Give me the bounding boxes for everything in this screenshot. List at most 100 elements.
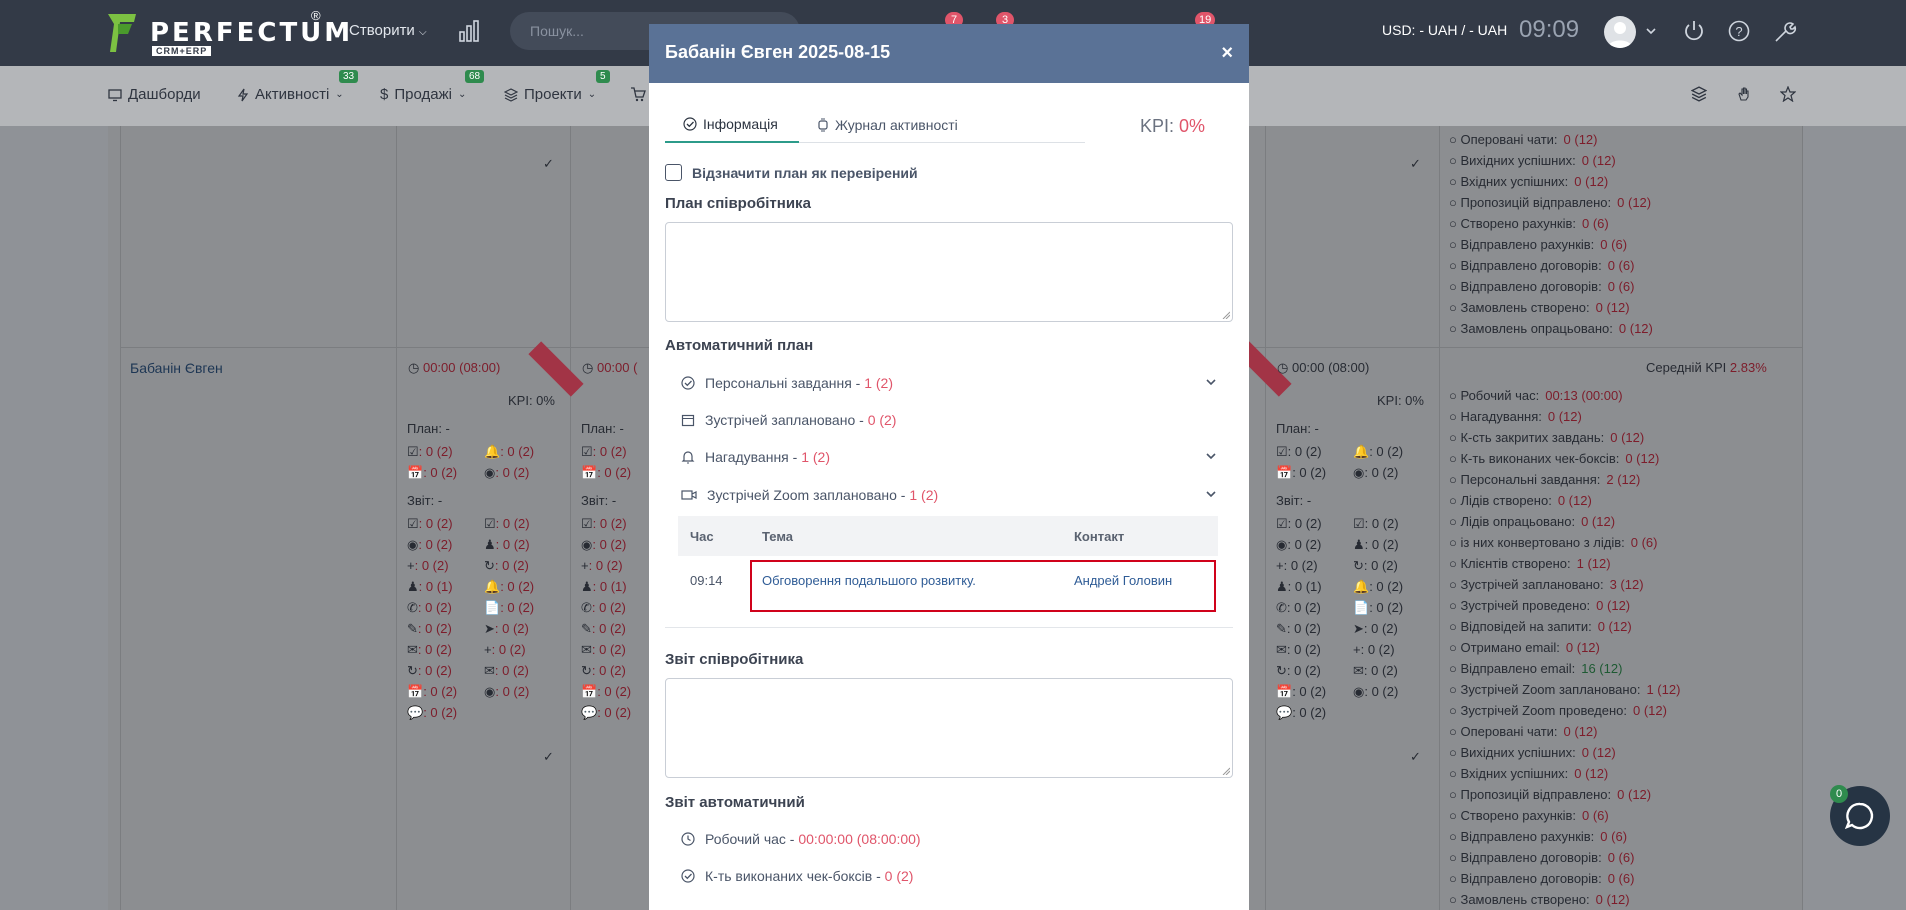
stat-icon: ○ bbox=[1449, 724, 1461, 739]
stat-line: ◉: 0 (2) bbox=[1353, 465, 1399, 480]
verified-checkbox-row[interactable]: Відзначити план як перевірений bbox=[665, 164, 918, 181]
chevron-down-icon: ⌄ bbox=[335, 89, 344, 100]
stat-value: 0 (12) bbox=[1557, 493, 1592, 508]
plan-row-value: 1 (2) bbox=[909, 487, 939, 503]
close-icon[interactable]: × bbox=[1221, 42, 1233, 65]
nav-sales[interactable]: $ Продажі ⌄ 68 bbox=[380, 70, 485, 103]
plan-stats: ☑: 0 (2) 📅: 0 (2) bbox=[407, 441, 457, 483]
report-stats: ☑: 0 (2) ◉: 0 (2) +: 0 (2) ♟: 0 (1) ✆: 0… bbox=[1276, 513, 1326, 723]
plan-row-label: Зустрічей заплановано - bbox=[705, 412, 868, 428]
stat-row: ○ К-ть виконаних чек-боксів: 0 (12) bbox=[1449, 448, 1680, 469]
stat-value: 0 (12) bbox=[1617, 195, 1652, 210]
stat-value: 0 (12) bbox=[1565, 640, 1600, 655]
cart-icon[interactable] bbox=[630, 86, 646, 102]
check-circle-icon bbox=[683, 116, 697, 131]
chevron-down-icon[interactable] bbox=[1205, 489, 1217, 499]
bar-chart-icon[interactable] bbox=[459, 20, 479, 42]
col-header-contact: Контакт bbox=[1074, 529, 1125, 544]
stat-value: 0 (12) bbox=[1633, 703, 1667, 718]
kpi-label: KPI: bbox=[1139, 116, 1174, 136]
stat-icon: ○ bbox=[1449, 892, 1461, 907]
logo[interactable]: PERFECTUM ® CRM+ERP bbox=[108, 8, 350, 56]
stat-line: ✉: 0 (2) bbox=[484, 663, 529, 678]
stat-label: Відправлено рахунків: bbox=[1460, 237, 1595, 252]
stat-label: Замовлень створено: bbox=[1460, 300, 1590, 315]
stat-value: 0 (6) bbox=[1607, 871, 1635, 886]
power-icon[interactable] bbox=[1683, 20, 1705, 42]
stat-row: ○ Створено рахунків: 0 (6) bbox=[1449, 805, 1680, 826]
stat-line: 📄: 0 (2) bbox=[484, 600, 535, 615]
stat-value: 0 (6) bbox=[1600, 829, 1628, 844]
stat-line: ↻: 0 (2) bbox=[484, 558, 529, 573]
help-icon[interactable]: ? bbox=[1728, 20, 1750, 42]
kpi-value: KPI: 0% bbox=[508, 393, 555, 408]
check-circle-icon[interactable]: ✓ bbox=[543, 156, 554, 172]
col-header-time: Час bbox=[690, 529, 714, 544]
stat-icon: ○ bbox=[1449, 279, 1461, 294]
avatar[interactable] bbox=[1604, 16, 1636, 48]
hand-icon[interactable] bbox=[1736, 86, 1752, 102]
nav-activities[interactable]: Активності ⌄ 33 bbox=[237, 70, 359, 103]
tab-activity-log[interactable]: Журнал активності bbox=[817, 106, 958, 143]
chevron-down-icon[interactable] bbox=[1205, 451, 1217, 461]
stat-icon: ○ bbox=[1449, 258, 1461, 273]
table-column-divider bbox=[1802, 126, 1803, 910]
daily-plan-modal: Бабанін Євген 2025-08-15 × Інформація Жу… bbox=[649, 24, 1249, 910]
nav-dashboards[interactable]: Дашборди bbox=[108, 86, 201, 103]
resize-grip-icon[interactable] bbox=[1222, 767, 1230, 775]
employee-name-link[interactable]: Бабанін Євген bbox=[130, 360, 223, 376]
modal-title: Бабанін Євген 2025-08-15 bbox=[665, 42, 891, 62]
stat-line: ☑: 0 (2) bbox=[484, 516, 530, 531]
report-row-checkboxes: К-ть виконаних чек-боксів - 0 (2) bbox=[681, 868, 913, 884]
stat-label: Робочий час: bbox=[1460, 388, 1540, 403]
employee-report-textarea[interactable] bbox=[665, 678, 1233, 778]
wrench-icon[interactable] bbox=[1773, 20, 1797, 44]
star-icon[interactable] bbox=[1780, 86, 1796, 102]
check-circle-icon[interactable]: ✓ bbox=[1410, 156, 1421, 172]
stat-value: 0 (6) bbox=[1607, 850, 1635, 865]
tab-information[interactable]: Інформація bbox=[665, 106, 799, 143]
stat-line: 📅: 0 (2) bbox=[407, 684, 458, 699]
stat-value: 0 (12) bbox=[1618, 321, 1653, 336]
auto-report-title: Звіт автоматичний bbox=[665, 794, 805, 811]
stat-line: 🔔: 0 (2) bbox=[1353, 444, 1404, 459]
stat-label: Лідів створено: bbox=[1460, 493, 1552, 508]
stat-line: ☑: 0 (2) bbox=[407, 516, 453, 531]
stat-line: ♟: 0 (2) bbox=[1353, 537, 1399, 552]
stat-label: Лідів опрацьовано: bbox=[1460, 514, 1576, 529]
stat-value: 0 (6) bbox=[1607, 258, 1635, 273]
resize-grip-icon[interactable] bbox=[1222, 311, 1230, 319]
check-circle-icon[interactable]: ✓ bbox=[543, 749, 554, 765]
stat-label: Клієнтів створено: bbox=[1460, 556, 1571, 571]
stat-line: ✉: 0 (2) bbox=[407, 642, 452, 657]
nav-projects[interactable]: Проекти ⌄ 5 bbox=[504, 70, 610, 103]
stat-line: 🔔: 0 (2) bbox=[484, 444, 535, 459]
employee-plan-textarea[interactable] bbox=[665, 222, 1233, 322]
stat-line: ✎: 0 (2) bbox=[1276, 621, 1321, 636]
monitor-icon bbox=[108, 88, 122, 101]
chevron-down-icon[interactable] bbox=[1205, 377, 1217, 387]
stat-value: 00:13 (00:00) bbox=[1545, 388, 1623, 403]
stat-line: +: 0 (2) bbox=[484, 642, 526, 657]
verified-checkbox[interactable] bbox=[665, 164, 682, 181]
clock-icon bbox=[681, 832, 695, 846]
plan-row-value: 0 (2) bbox=[867, 412, 897, 428]
stat-row: ○ К-сть закритих завдань: 0 (12) bbox=[1449, 427, 1680, 448]
stat-line: ♟: 0 (1) bbox=[1276, 579, 1322, 594]
create-menu[interactable]: Створити ⌵ bbox=[349, 22, 427, 39]
stat-line: ↻: 0 (2) bbox=[407, 663, 452, 678]
layers-icon[interactable] bbox=[1691, 86, 1707, 102]
calendar-icon bbox=[681, 414, 695, 427]
stat-line: 📄: 0 (2) bbox=[1353, 600, 1404, 615]
stat-icon: ○ bbox=[1449, 300, 1461, 315]
check-circle-icon[interactable]: ✓ bbox=[1410, 749, 1421, 765]
plan-row-label: Нагадування - bbox=[705, 449, 802, 465]
stat-value: 0 (12) bbox=[1596, 598, 1631, 613]
stat-value: 2 (12) bbox=[1606, 472, 1641, 487]
stat-row: ○ Вхідних успішних: 0 (12) bbox=[1449, 171, 1653, 192]
stat-value: 0 (6) bbox=[1600, 237, 1628, 252]
stat-icon: ○ bbox=[1449, 430, 1461, 445]
chevron-down-icon[interactable] bbox=[1645, 26, 1657, 36]
logo-mark-icon bbox=[108, 14, 136, 52]
stat-line: +: 0 (2) bbox=[1276, 558, 1318, 573]
